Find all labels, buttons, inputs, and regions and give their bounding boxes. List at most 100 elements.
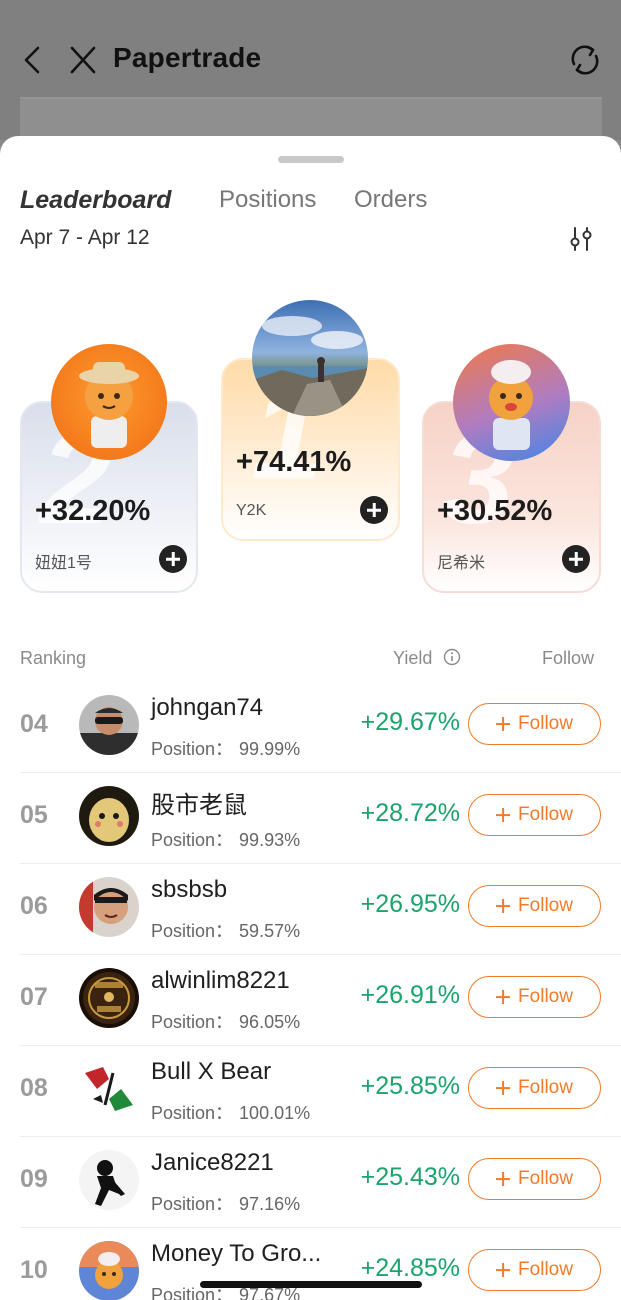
- refresh-icon[interactable]: [565, 40, 605, 80]
- row-rank: 07: [20, 983, 48, 1011]
- position-label: Position：: [151, 739, 234, 759]
- tab-positions[interactable]: Positions: [219, 186, 316, 214]
- row-position: Position： 99.99%: [151, 735, 300, 761]
- position-value: 97.16%: [239, 1194, 301, 1214]
- follow-column-header: Follow: [542, 648, 595, 668]
- avatar[interactable]: [79, 786, 139, 846]
- podium-username: 妞妞1号: [35, 555, 92, 572]
- row-yield: +25.43%: [360, 1163, 460, 1191]
- sheet-grabber[interactable]: [278, 156, 344, 163]
- add-follow-icon[interactable]: [360, 496, 388, 524]
- table-row[interactable]: 07 alwinlim8221 Position： 96.05% +26.91% …: [20, 955, 621, 1046]
- row-rank: 05: [20, 801, 48, 829]
- date-range: Apr 7 - Apr 12: [20, 226, 150, 249]
- back-arrow-icon[interactable]: [18, 40, 46, 80]
- app-header: Papertrade: [0, 0, 621, 140]
- position-label: Position：: [151, 830, 234, 850]
- row-username: Bull X Bear: [151, 1058, 272, 1085]
- avatar[interactable]: [453, 344, 570, 461]
- row-rank: 08: [20, 1074, 48, 1102]
- podium-yield: +74.41%: [236, 446, 352, 478]
- row-rank: 04: [20, 710, 48, 738]
- follow-button[interactable]: Follow: [468, 976, 601, 1018]
- table-row[interactable]: 05 股市老鼠 Position： 99.93% +28.72% Follow: [20, 773, 621, 864]
- follow-button-label: Follow: [518, 713, 573, 734]
- row-username: johngan74: [151, 694, 264, 721]
- header-divider: [20, 97, 602, 137]
- follow-button[interactable]: Follow: [468, 1067, 601, 1109]
- table-row[interactable]: 08 Bull X Bear Position： 100.01% +25.85% …: [20, 1046, 621, 1137]
- row-position: Position： 97.16%: [151, 1190, 300, 1216]
- row-rank: 10: [20, 1256, 48, 1284]
- info-icon[interactable]: [443, 648, 461, 666]
- position-value: 59.57%: [239, 921, 301, 941]
- plus-icon: [496, 1172, 510, 1186]
- tab-orders[interactable]: Orders: [354, 186, 427, 214]
- row-username: Janice8221: [151, 1149, 274, 1176]
- home-indicator: [200, 1281, 422, 1288]
- plus-icon: [496, 1263, 510, 1277]
- tab-leaderboard[interactable]: Leaderboard: [20, 186, 171, 215]
- plus-icon: [496, 717, 510, 731]
- position-label: Position：: [151, 1194, 234, 1214]
- follow-button[interactable]: Follow: [468, 885, 601, 927]
- position-label: Position：: [151, 921, 234, 941]
- row-username: alwinlim8221: [151, 967, 290, 994]
- row-position: Position： 96.05%: [151, 1008, 300, 1034]
- table-row[interactable]: 06 sbsbsb Position： 59.57% +26.95% Follow: [20, 864, 621, 955]
- row-position: Position： 59.57%: [151, 917, 300, 943]
- plus-icon: [496, 990, 510, 1004]
- avatar[interactable]: [252, 300, 368, 416]
- avatar[interactable]: [79, 1059, 139, 1119]
- follow-button[interactable]: Follow: [468, 794, 601, 836]
- row-position: Position： 99.93%: [151, 826, 300, 852]
- avatar[interactable]: [79, 877, 139, 937]
- row-yield: +25.85%: [360, 1072, 460, 1100]
- follow-button-label: Follow: [518, 804, 573, 825]
- row-yield: +26.91%: [360, 981, 460, 1009]
- row-yield: +28.72%: [360, 799, 460, 827]
- plus-icon: [496, 899, 510, 913]
- row-yield: +29.67%: [360, 708, 460, 736]
- plus-icon: [496, 808, 510, 822]
- position-value: 99.93%: [239, 830, 301, 850]
- close-icon[interactable]: [66, 42, 100, 78]
- podium-username: 尼希米: [437, 555, 486, 572]
- row-rank: 06: [20, 892, 48, 920]
- row-yield: +24.85%: [360, 1254, 460, 1282]
- row-position: Position： 100.01%: [151, 1099, 310, 1125]
- row-yield: +26.95%: [360, 890, 460, 918]
- avatar[interactable]: [79, 1150, 139, 1210]
- leaderboard-sheet: Leaderboard Positions Orders Apr 7 - Apr…: [0, 136, 621, 1300]
- follow-button-label: Follow: [518, 1259, 573, 1280]
- table-row[interactable]: 04 johngan74 Position： 99.99% +29.67% Fol…: [20, 682, 621, 773]
- follow-button-label: Follow: [518, 986, 573, 1007]
- add-follow-icon[interactable]: [159, 545, 187, 573]
- filter-sliders-icon[interactable]: [566, 224, 596, 254]
- table-row[interactable]: 10 Money To Gro... Position： 97.67% +24.8…: [20, 1228, 621, 1300]
- avatar[interactable]: [79, 695, 139, 755]
- table-row[interactable]: 09 Janice8221 Position： 97.16% +25.43% Fo…: [20, 1137, 621, 1228]
- follow-button[interactable]: Follow: [468, 703, 601, 745]
- follow-button-label: Follow: [518, 1168, 573, 1189]
- avatar[interactable]: [79, 1241, 139, 1300]
- plus-icon: [496, 1081, 510, 1095]
- position-label: Position：: [151, 1012, 234, 1032]
- add-follow-icon[interactable]: [562, 545, 590, 573]
- follow-button[interactable]: Follow: [468, 1249, 601, 1291]
- position-label: Position：: [151, 1103, 234, 1123]
- avatar[interactable]: [79, 968, 139, 1028]
- position-value: 96.05%: [239, 1012, 301, 1032]
- row-username: 股市老鼠: [151, 792, 247, 819]
- position-value: 100.01%: [239, 1103, 311, 1123]
- avatar[interactable]: [51, 344, 167, 460]
- follow-button[interactable]: Follow: [468, 1158, 601, 1200]
- page-title: Papertrade: [113, 42, 262, 73]
- follow-button-label: Follow: [518, 1077, 573, 1098]
- podium-username: Y2K: [236, 502, 267, 519]
- row-username: Money To Gro...: [151, 1240, 322, 1267]
- follow-button-label: Follow: [518, 895, 573, 916]
- row-rank: 09: [20, 1165, 48, 1193]
- row-username: sbsbsb: [151, 876, 228, 903]
- podium-yield: +32.20%: [35, 495, 151, 527]
